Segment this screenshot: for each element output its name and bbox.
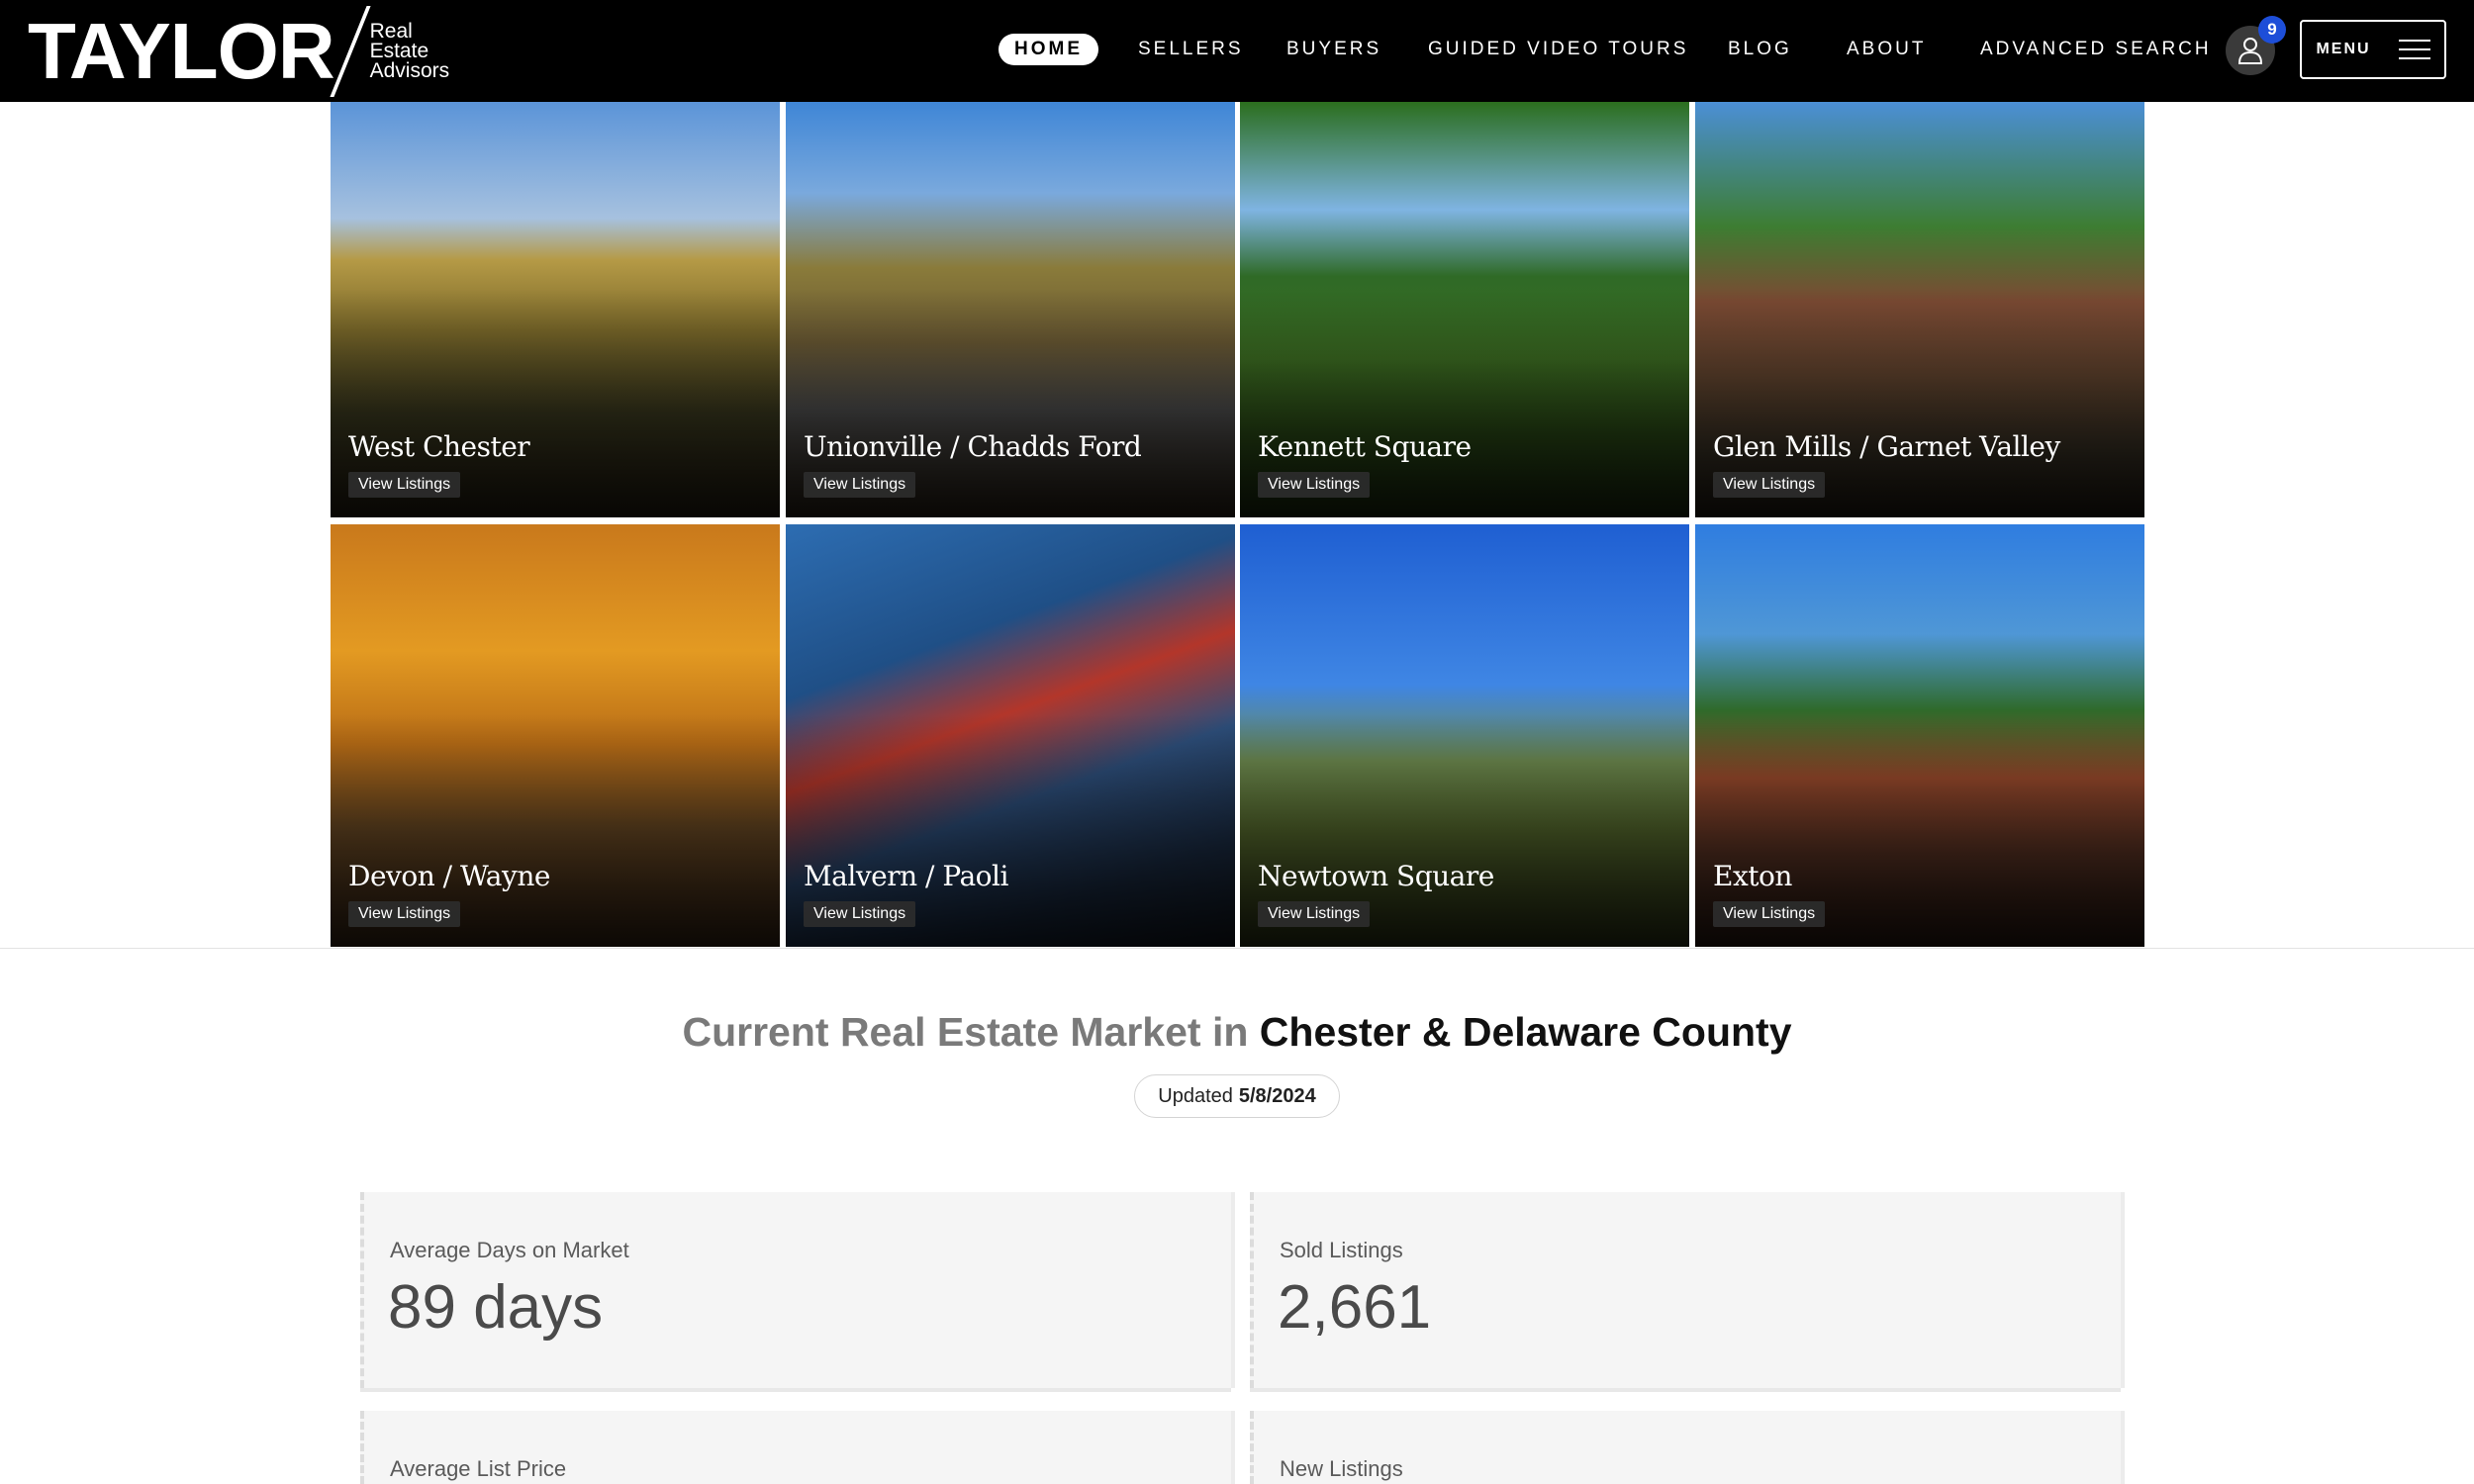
- nav-advanced-search[interactable]: ADVANCED SEARCH: [1980, 34, 2212, 65]
- stat-label: Sold Listings: [1280, 1238, 1403, 1262]
- stat-card-sold-listings: Sold Listings 2,661: [1250, 1192, 2121, 1388]
- logo-tagline: Real Estate Advisors: [369, 20, 450, 82]
- menu-button[interactable]: MENU: [2300, 20, 2446, 79]
- view-listings-button[interactable]: View Listings: [1713, 901, 1826, 927]
- updated-label: Updated: [1158, 1084, 1233, 1107]
- view-listings-button[interactable]: View Listings: [1258, 472, 1371, 498]
- area-tile-unionville-chadds-ford[interactable]: Unionville / Chadds Ford View Listings: [786, 102, 1235, 517]
- view-listings-button[interactable]: View Listings: [1713, 472, 1826, 498]
- view-listings-button[interactable]: View Listings: [804, 901, 916, 927]
- view-listings-button[interactable]: View Listings: [1258, 901, 1371, 927]
- stat-value: 2,661: [1278, 1273, 1432, 1342]
- area-name: Newtown Square: [1258, 860, 1494, 892]
- area-tile-devon-wayne[interactable]: Devon / Wayne View Listings: [331, 524, 780, 947]
- area-name: Devon / Wayne: [348, 860, 550, 892]
- area-tile-newtown-square[interactable]: Newtown Square View Listings: [1240, 524, 1689, 947]
- site-header: TAYLOR Real Estate Advisors HOME SELLERS…: [0, 0, 2474, 102]
- stat-label: Average List Price: [390, 1456, 567, 1481]
- nav-blog[interactable]: BLOG: [1728, 34, 1792, 65]
- hamburger-icon: [2398, 40, 2430, 59]
- area-name: Kennett Square: [1258, 430, 1472, 463]
- stat-label: Average Days on Market: [390, 1238, 629, 1262]
- menu-label: MENU: [2316, 41, 2371, 57]
- stat-value: 89 days: [388, 1273, 604, 1342]
- area-tile-exton[interactable]: Exton View Listings: [1695, 524, 2144, 947]
- market-heading-prefix: Current Real Estate Market in: [682, 1009, 1249, 1055]
- market-heading: Current Real Estate Market in Chester & …: [0, 1004, 2474, 1060]
- view-listings-button[interactable]: View Listings: [348, 472, 461, 498]
- view-listings-button[interactable]: View Listings: [348, 901, 461, 927]
- area-name: Malvern / Paoli: [804, 860, 1008, 892]
- nav-sellers[interactable]: SELLERS: [1138, 34, 1244, 65]
- logo-wordmark: TAYLOR: [28, 7, 335, 95]
- area-tile-kennett-square[interactable]: Kennett Square View Listings: [1240, 102, 1689, 517]
- stat-card-avg-list-price: Average List Price: [360, 1411, 1231, 1484]
- notification-badge: 9: [2258, 16, 2286, 44]
- logo-slash: [330, 6, 371, 97]
- stat-card-avg-days: Average Days on Market 89 days: [360, 1192, 1231, 1388]
- nav-about[interactable]: ABOUT: [1847, 34, 1926, 65]
- updated-date: 5/8/2024: [1238, 1084, 1316, 1107]
- site-logo[interactable]: TAYLOR Real Estate Advisors: [28, 6, 450, 97]
- area-tile-malvern-paoli[interactable]: Malvern / Paoli View Listings: [786, 524, 1235, 947]
- nav-buyers[interactable]: BUYERS: [1286, 34, 1381, 65]
- market-heading-location: Chester & Delaware County: [1259, 1009, 1792, 1055]
- area-name: Unionville / Chadds Ford: [804, 430, 1142, 463]
- area-tile-glen-mills-garnet-valley[interactable]: Glen Mills / Garnet Valley View Listings: [1695, 102, 2144, 517]
- nav-guided-video-tours[interactable]: GUIDED VIDEO TOURS: [1428, 34, 1688, 65]
- area-name: West Chester: [348, 430, 530, 463]
- updated-pill: Updated 5/8/2024: [1134, 1074, 1340, 1118]
- user-icon: [2237, 38, 2263, 64]
- logo-tagline-line: Estate: [369, 40, 429, 62]
- logo-tagline-line: Advisors: [369, 59, 450, 82]
- section-divider: [0, 948, 2474, 949]
- area-name: Glen Mills / Garnet Valley: [1713, 430, 2060, 463]
- view-listings-button[interactable]: View Listings: [804, 472, 916, 498]
- logo-tagline-line: Real: [369, 20, 413, 43]
- area-tile-west-chester[interactable]: West Chester View Listings: [331, 102, 780, 517]
- stat-card-new-listings: New Listings: [1250, 1411, 2121, 1484]
- area-name: Exton: [1713, 860, 1792, 892]
- stat-label: New Listings: [1280, 1456, 1403, 1481]
- nav-home[interactable]: HOME: [999, 34, 1098, 65]
